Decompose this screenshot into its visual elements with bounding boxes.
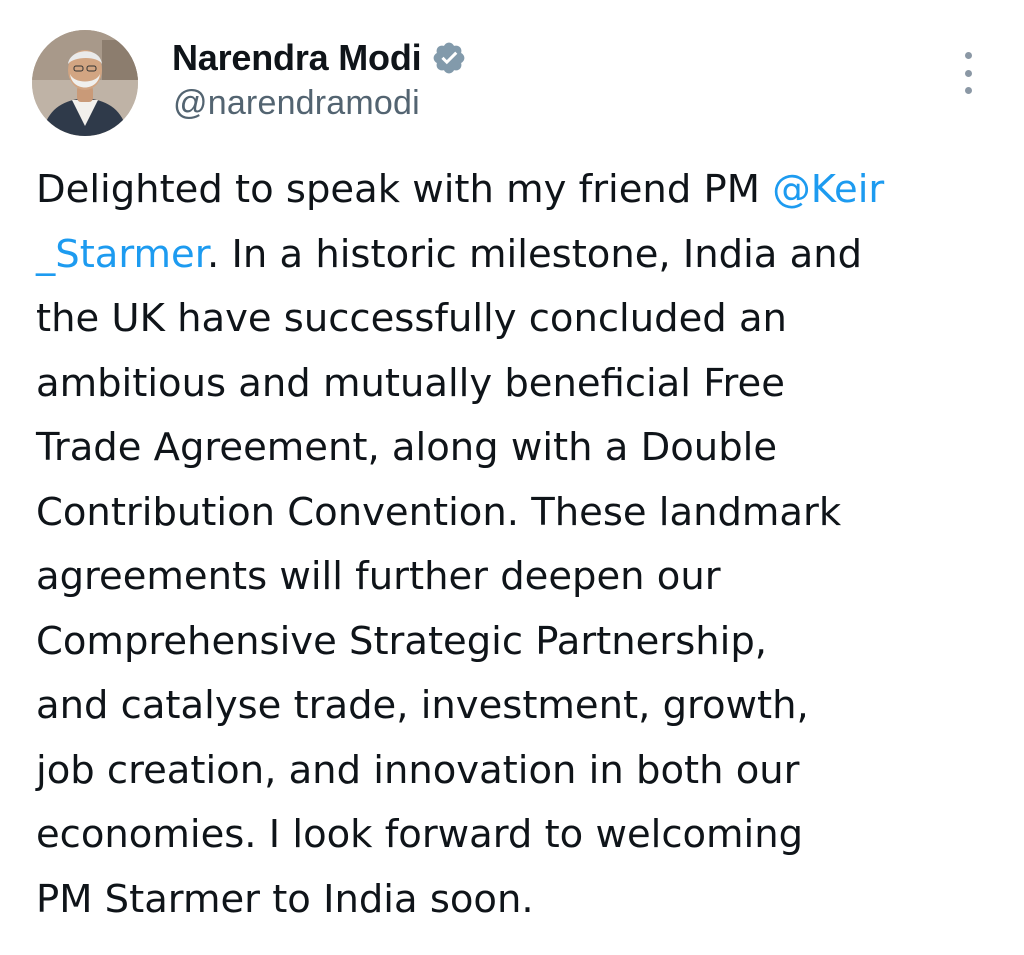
tweet-text-line: PM Starmer to India soon. <box>36 868 1006 933</box>
author-handle[interactable]: @narendramodi <box>173 84 420 123</box>
avatar[interactable] <box>32 30 138 136</box>
verified-badge-icon <box>431 40 467 76</box>
display-name[interactable]: Narendra Modi <box>172 37 422 79</box>
more-options-button[interactable] <box>952 52 984 94</box>
tweet-text-segment: economies. I look forward to welcoming <box>36 812 804 857</box>
tweet-text-segment: job creation, and innovation in both our <box>36 747 800 793</box>
tweet-text-segment: agreements will further deepen our <box>36 554 721 599</box>
tweet-text-segment: the UK have successfully concluded an <box>36 296 787 341</box>
tweet-text-line: agreements will further deepen our <box>36 545 1006 610</box>
more-vertical-icon-dot <box>964 69 972 77</box>
tweet-text-line: Trade Agreement, along with a Double <box>36 416 1006 481</box>
tweet-text-line: Contribution Convention. These landmark <box>36 481 1006 546</box>
tweet-text-line: Delighted to speak with my friend PM @Ke… <box>36 158 1006 223</box>
tweet-text-line: Comprehensive Strategic Partnership, <box>36 610 1006 675</box>
tweet-text-segment: and catalyse trade, investment, growth, <box>36 683 809 728</box>
tweet-text-line: and catalyse trade, investment, growth, <box>36 674 1006 739</box>
tweet-text: Delighted to speak with my friend PM @Ke… <box>36 158 1006 932</box>
tweet-text-segment: PM Starmer to India soon. <box>36 876 534 922</box>
tweet-text-segment: ambitious and mutually beneficial Free <box>36 360 785 406</box>
mention-link[interactable]: _Starmer <box>36 232 207 277</box>
tweet-text-line: ambitious and mutually beneficial Free <box>36 352 1006 417</box>
mention-link[interactable]: @Keir <box>772 167 884 212</box>
tweet-text-line: economies. I look forward to welcoming <box>36 803 1006 868</box>
more-vertical-icon-dot <box>964 87 972 94</box>
tweet-text-segment: Delighted to speak with my friend PM <box>36 167 773 212</box>
tweet-text-segment: Comprehensive Strategic Partnership, <box>36 618 768 664</box>
tweet-text-line: job creation, and innovation in both our <box>36 739 1006 804</box>
tweet-text-line: _Starmer. In a historic milestone, India… <box>36 223 1006 288</box>
author-name-row: Narendra Modi <box>172 34 467 82</box>
more-vertical-icon <box>964 52 972 59</box>
tweet-text-segment: . In a historic milestone, India and <box>207 231 863 277</box>
tweet-card: Narendra Modi @narendramodi Delighted to… <box>0 0 1024 955</box>
tweet-text-segment: Contribution Convention. These landmark <box>36 489 842 535</box>
tweet-text-segment: Trade Agreement, along with a Double <box>36 425 778 470</box>
profile-photo-icon <box>32 30 138 136</box>
tweet-text-line: the UK have successfully concluded an <box>36 287 1006 352</box>
